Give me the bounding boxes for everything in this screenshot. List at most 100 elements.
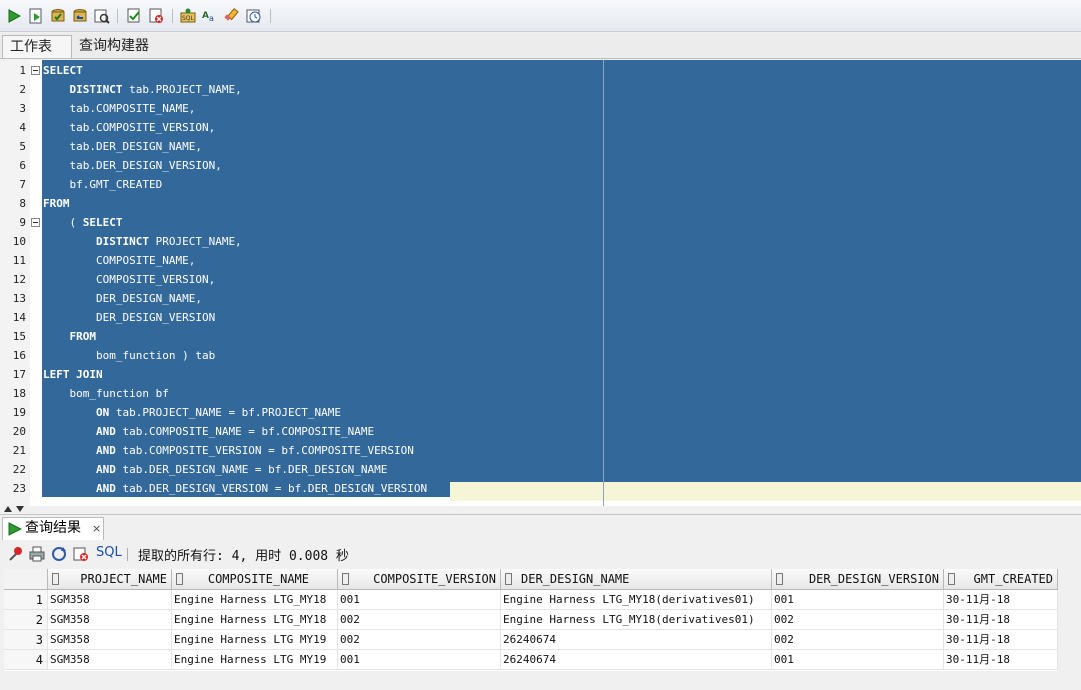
table-cell[interactable]: SGM358: [48, 650, 172, 670]
code-text: COMPOSITE_VERSION,: [95, 273, 216, 286]
table-cell[interactable]: 30-11月-18: [944, 590, 1058, 610]
line-number: 18: [12, 387, 26, 400]
code-line: 3 tab.COMPOSITE_NAME,: [0, 99, 1081, 118]
table-cell[interactable]: 002: [338, 630, 501, 650]
pin-icon[interactable]: [8, 546, 24, 565]
table-cell[interactable]: Engine Harness LTG MY19: [172, 650, 338, 670]
row-number[interactable]: 2: [4, 610, 48, 630]
fold-toggle-icon[interactable]: [31, 66, 40, 75]
table-row[interactable]: 2 SGM358 Engine Harness LTG_MY18 002 Engine …: [4, 610, 1058, 630]
tab-query-results[interactable]: 查询结果 ×: [2, 517, 104, 540]
line-number: 7: [19, 178, 26, 191]
code-text: LEFT JOIN: [43, 368, 103, 381]
sql-link[interactable]: SQL: [96, 545, 122, 560]
table-cell[interactable]: 001: [772, 650, 944, 670]
code-text: bom_function bf: [69, 387, 169, 400]
column-header-der-design-name[interactable]: DER_DESIGN_NAME: [501, 569, 772, 590]
cancel-fetch-icon[interactable]: [73, 546, 89, 565]
worksheet-toolbar: SQL Aa: [0, 0, 1081, 32]
run-script-icon[interactable]: [28, 8, 44, 24]
sql-tuning-icon[interactable]: [148, 8, 164, 24]
close-tab-icon[interactable]: ×: [92, 518, 101, 539]
code-text: SELECT: [43, 64, 83, 77]
row-number[interactable]: 3: [4, 630, 48, 650]
sql-editor[interactable]: 1 SELECT 2 DISTINCT tab.PROJECT_NAME, 3 tab…: [0, 60, 1081, 506]
row-header-corner: [4, 569, 48, 590]
line-number: 14: [12, 311, 26, 324]
table-cell[interactable]: 30-11月-18: [944, 610, 1058, 630]
column-header-composite-version[interactable]: COMPOSITE_VERSION: [338, 569, 501, 590]
table-cell[interactable]: 002: [338, 610, 501, 630]
code-line: 19 ON tab.PROJECT_NAME = bf.PROJECT_NAME: [0, 403, 1081, 422]
refresh-icon[interactable]: [51, 546, 67, 565]
run-icon: [8, 522, 22, 536]
table-row[interactable]: 3 SGM358 Engine Harness LTG MY19 002 2624067…: [4, 630, 1058, 650]
history-icon[interactable]: [246, 8, 262, 24]
code-text: tab.DER_DESIGN_VERSION,: [69, 159, 222, 172]
autotrace-icon[interactable]: [126, 8, 142, 24]
tab-worksheet[interactable]: 工作表: [2, 35, 72, 58]
table-cell[interactable]: 002: [772, 630, 944, 650]
column-header-project-name[interactable]: PROJECT_NAME: [48, 569, 172, 590]
svg-text:A: A: [202, 11, 209, 21]
code-line: 17 LEFT JOIN: [0, 365, 1081, 384]
table-cell[interactable]: Engine Harness LTG MY19: [172, 630, 338, 650]
table-cell[interactable]: 26240674: [501, 650, 772, 670]
editor-scroll-arrows[interactable]: [0, 503, 40, 513]
table-cell[interactable]: Engine Harness LTG_MY18(derivatives01): [501, 590, 772, 610]
column-type-icon: [948, 573, 955, 585]
tab-query-builder[interactable]: 查询构建器: [72, 35, 156, 58]
table-cell[interactable]: 26240674: [501, 630, 772, 650]
table-cell[interactable]: SGM358: [48, 610, 172, 630]
commit-icon[interactable]: [50, 8, 66, 24]
table-cell[interactable]: Engine Harness LTG_MY18(derivatives01): [501, 610, 772, 630]
print-icon[interactable]: [29, 546, 45, 565]
code-line: 23 AND tab.DER_DESIGN_VERSION = bf.DER_D…: [0, 479, 1081, 498]
table-cell[interactable]: SGM358: [48, 590, 172, 610]
table-cell[interactable]: Engine Harness LTG_MY18: [172, 590, 338, 610]
column-type-icon: [342, 573, 349, 585]
code-text: ON tab.PROJECT_NAME = bf.PROJECT_NAME: [95, 406, 342, 419]
svg-text:SQL: SQL: [182, 15, 195, 22]
explain-plan-icon[interactable]: [94, 8, 110, 24]
table-cell[interactable]: 001: [772, 590, 944, 610]
line-number: 22: [12, 463, 26, 476]
unshared-sql-icon[interactable]: SQL: [180, 8, 196, 24]
code-text: bf.GMT_CREATED: [69, 178, 163, 191]
line-number: 9: [19, 216, 26, 229]
code-text: tab.COMPOSITE_VERSION,: [69, 121, 216, 134]
fold-toggle-icon[interactable]: [31, 218, 40, 227]
to-upper-icon[interactable]: Aa: [202, 8, 218, 24]
line-number: 13: [12, 292, 26, 305]
results-grid[interactable]: PROJECT_NAME COMPOSITE_NAME COMPOSITE_VE…: [4, 569, 1058, 671]
table-cell[interactable]: 30-11月-18: [944, 630, 1058, 650]
toolbar-divider: [127, 548, 128, 561]
table-cell[interactable]: 30-11月-18: [944, 650, 1058, 670]
table-cell[interactable]: SGM358: [48, 630, 172, 650]
code-line: 16 bom_function ) tab: [0, 346, 1081, 365]
results-tab-bar: 查询结果 ×: [0, 514, 1081, 540]
clear-icon[interactable]: [224, 8, 240, 24]
line-number: 4: [19, 121, 26, 134]
code-text: COMPOSITE_NAME,: [95, 254, 196, 267]
line-number: 1: [19, 64, 26, 77]
row-number[interactable]: 4: [4, 650, 48, 670]
column-header-der-design-version[interactable]: DER_DESIGN_VERSION: [772, 569, 944, 590]
code-text: AND tab.COMPOSITE_NAME = bf.COMPOSITE_NA…: [95, 425, 375, 438]
table-cell[interactable]: 001: [338, 650, 501, 670]
table-cell[interactable]: 001: [338, 590, 501, 610]
column-header-gmt-created[interactable]: GMT_CREATED: [944, 569, 1058, 590]
table-cell[interactable]: Engine Harness LTG_MY18: [172, 610, 338, 630]
run-statement-icon[interactable]: [6, 8, 22, 24]
code-line: 11 COMPOSITE_NAME,: [0, 251, 1081, 270]
column-header-composite-name[interactable]: COMPOSITE_NAME: [172, 569, 338, 590]
code-line: 14 DER_DESIGN_VERSION: [0, 308, 1081, 327]
column-type-icon: [52, 573, 59, 585]
table-row[interactable]: 1 SGM358 Engine Harness LTG_MY18 001 Engine …: [4, 590, 1058, 610]
rollback-icon[interactable]: [72, 8, 88, 24]
table-row[interactable]: 4 SGM358 Engine Harness LTG MY19 001 2624067…: [4, 650, 1058, 670]
table-cell[interactable]: 002: [772, 610, 944, 630]
row-number[interactable]: 1: [4, 590, 48, 610]
code-line: 9 ( SELECT: [0, 213, 1081, 232]
line-number: 12: [12, 273, 26, 286]
